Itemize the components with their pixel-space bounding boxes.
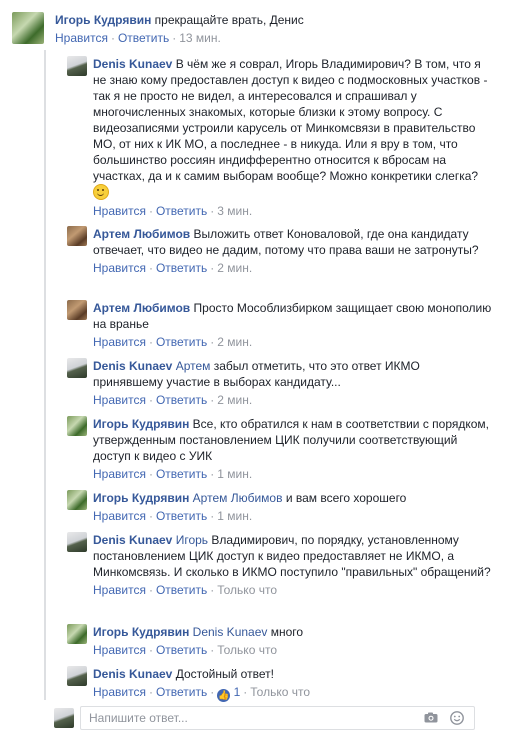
comment-text: Достойный ответ! (175, 667, 274, 681)
avatar[interactable] (67, 490, 87, 510)
comment-text-block: Denis Kunaev Артем забыл отметить, что э… (93, 358, 493, 390)
like-link[interactable]: Нравится (93, 685, 146, 699)
timestamp[interactable]: Только что (250, 685, 310, 699)
like-link[interactable]: Нравится (93, 261, 146, 275)
comment-author[interactable]: Артем Любимов (93, 301, 190, 315)
comment-text-block: Артем Любимов Просто Мособлизбирком защи… (93, 300, 493, 332)
comment-text-line: Игорь Кудрявин прекращайте врать, Денис (55, 12, 495, 28)
comment-text-block: Игорь Кудрявин Артем Любимов и вам всего… (93, 490, 493, 506)
mention-link[interactable]: Артем (176, 359, 211, 373)
comment-actions: Нравится · Ответить · 3 мин. (93, 204, 253, 218)
avatar[interactable] (67, 226, 87, 246)
timestamp[interactable]: 3 мин. (217, 204, 252, 218)
comment-text: и вам всего хорошего (285, 491, 407, 505)
like-link[interactable]: Нравится (93, 204, 146, 218)
timestamp[interactable]: Только что (217, 583, 277, 597)
reply-link[interactable]: Ответить (156, 643, 207, 657)
avatar[interactable] (67, 666, 87, 686)
camera-icon[interactable] (424, 712, 438, 723)
emoji-icon[interactable] (450, 711, 464, 725)
thumbs-up-icon[interactable]: 👍 (217, 689, 231, 702)
comment-actions: Нравится · Ответить · 2 мин. (93, 261, 253, 275)
avatar[interactable] (67, 416, 87, 436)
comment-author[interactable]: Denis Kunaev (93, 359, 172, 373)
comment-text: В чём же я соврал, Игорь Владимирович? В… (93, 57, 488, 183)
timestamp[interactable]: Только что (217, 643, 277, 657)
timestamp[interactable]: 2 мин. (217, 393, 252, 407)
like-link[interactable]: Нравится (93, 643, 146, 657)
avatar[interactable] (67, 624, 87, 644)
reply-link[interactable]: Ответить (156, 685, 207, 699)
comment-actions: Нравится · Ответить · 13 мин. (55, 31, 221, 45)
mention-link[interactable]: Denis Kunaev (193, 625, 268, 639)
comment-text-block: Игорь Кудрявин Denis Kunaev много (93, 624, 493, 640)
comment-actions: Нравится · Ответить · 2 мин. (93, 335, 253, 349)
reply-input[interactable] (87, 710, 411, 726)
timestamp[interactable]: 2 мин. (217, 261, 252, 275)
reply-composer (54, 706, 475, 730)
avatar[interactable] (12, 12, 44, 44)
like-link[interactable]: Нравится (93, 509, 146, 523)
comment-actions: Нравится · Ответить · Только что (93, 583, 277, 597)
like-link[interactable]: Нравится (55, 31, 108, 45)
reply-thread: Denis Kunaev В чём же я соврал, Игорь Вл… (44, 50, 496, 702)
reply-input-box[interactable] (80, 706, 475, 730)
avatar[interactable] (67, 300, 87, 320)
like-link[interactable]: Нравится (93, 393, 146, 407)
comment-author[interactable]: Игорь Кудрявин (93, 625, 189, 639)
mention-link[interactable]: Артем Любимов (193, 491, 283, 505)
comment-actions: Нравится · Ответить · 1 мин. (93, 467, 253, 481)
reply-link[interactable]: Ответить (156, 204, 207, 218)
comment-text: много (270, 625, 304, 639)
comment-actions: Нравится · Ответить · 1 мин. (93, 509, 253, 523)
mention-link[interactable]: Игорь (176, 533, 208, 547)
comment-text: прекращайте врать, Денис (154, 13, 304, 27)
timestamp[interactable]: 1 мин. (217, 509, 252, 523)
timestamp[interactable]: 2 мин. (217, 335, 252, 349)
comment-author[interactable]: Denis Kunaev (93, 57, 172, 71)
avatar[interactable] (67, 358, 87, 378)
comment-author[interactable]: Игорь Кудрявин (93, 417, 189, 431)
reply-link[interactable]: Ответить (156, 583, 207, 597)
comment-text-block: Игорь Кудрявин Все, кто обратился к нам … (93, 416, 493, 464)
comment-author[interactable]: Артем Любимов (93, 227, 190, 241)
reply-link[interactable]: Ответить (118, 31, 169, 45)
comment-actions: Нравится · Ответить · 2 мин. (93, 393, 253, 407)
comment-author[interactable]: Игорь Кудрявин (55, 13, 151, 27)
timestamp[interactable]: 13 мин. (179, 31, 221, 45)
comment-text-block: Denis Kunaev Достойный ответ! (93, 666, 493, 682)
comment-actions: Нравится · Ответить · 👍 1 · Только что (93, 685, 311, 702)
comment-text-block: Denis Kunaev Игорь Владимирович, по поря… (93, 532, 493, 580)
reply-link[interactable]: Ответить (156, 467, 207, 481)
avatar (54, 708, 74, 728)
avatar[interactable] (67, 532, 87, 552)
comment-text-block: Denis Kunaev В чём же я соврал, Игорь Вл… (93, 56, 493, 201)
like-link[interactable]: Нравится (93, 335, 146, 349)
comment-author[interactable]: Denis Kunaev (93, 533, 172, 547)
like-link[interactable]: Нравится (93, 467, 146, 481)
timestamp[interactable]: 1 мин. (217, 467, 252, 481)
smile-emoji-icon (93, 184, 109, 200)
reply-link[interactable]: Ответить (156, 393, 207, 407)
comment-actions: Нравится · Ответить · Только что (93, 643, 277, 657)
comment-body: Игорь Кудрявин прекращайте врать, Денис … (55, 12, 495, 46)
comment-text-block: Артем Любимов Выложить ответ Коноваловой… (93, 226, 493, 258)
comment-author[interactable]: Denis Kunaev (93, 667, 172, 681)
like-link[interactable]: Нравится (93, 583, 146, 597)
reply-link[interactable]: Ответить (156, 509, 207, 523)
reply-link[interactable]: Ответить (156, 335, 207, 349)
reply-link[interactable]: Ответить (156, 261, 207, 275)
avatar[interactable] (67, 56, 87, 76)
comment-author[interactable]: Игорь Кудрявин (93, 491, 189, 505)
